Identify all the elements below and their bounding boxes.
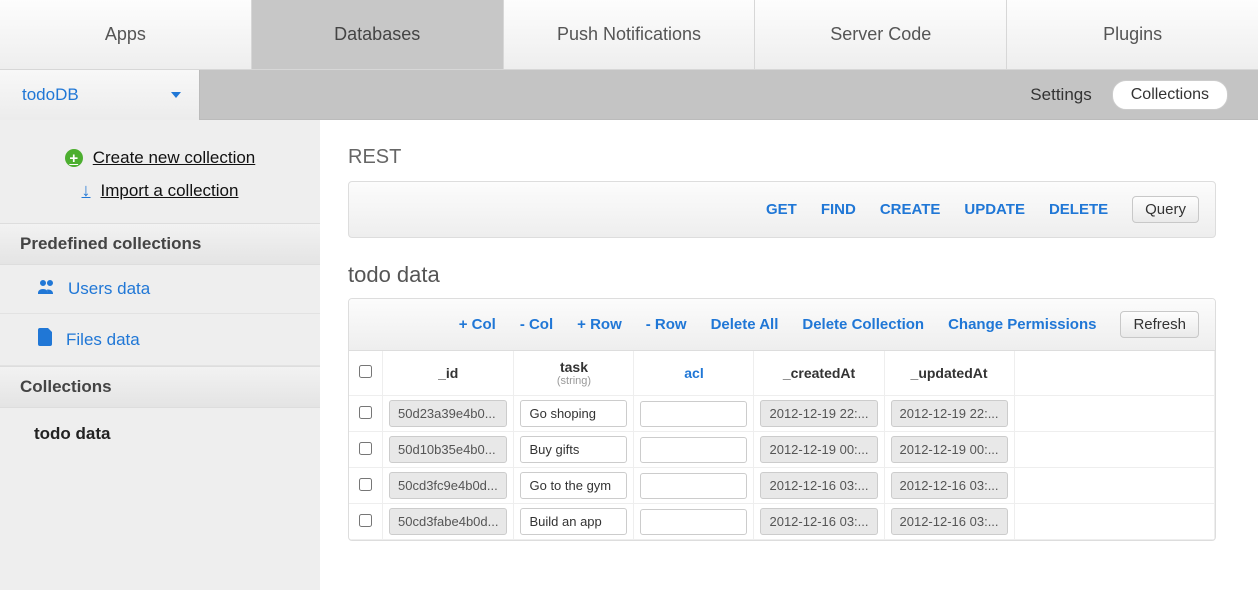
cell-task[interactable]: Build an app [520,508,627,535]
rest-get[interactable]: GET [766,201,797,218]
table-row: 50d23a39e4b0... Go shoping 2012-12-19 22:.… [349,396,1215,432]
refresh-button[interactable]: Refresh [1120,311,1199,338]
create-collection-label: Create new collection [93,148,256,168]
delete-collection-button[interactable]: Delete Collection [802,316,924,333]
query-button[interactable]: Query [1132,196,1199,223]
cell-task[interactable]: Buy gifts [520,436,627,463]
cell-id[interactable]: 50d23a39e4b0... [389,400,507,427]
sidebar-item-files-data[interactable]: Files data [0,314,320,366]
col-header-created[interactable]: _createdAt [754,351,884,396]
tab-databases[interactable]: Databases [252,0,504,69]
table-header-row: _id task (string) acl _createdAt _update… [349,351,1215,396]
sidebar: + Create new collection ↓ Import a colle… [0,120,320,590]
col-header-acl[interactable]: acl [634,351,754,396]
change-permissions-button[interactable]: Change Permissions [948,316,1096,333]
rest-create[interactable]: CREATE [880,201,941,218]
table-toolbar: + Col - Col + Row - Row Delete All Delet… [349,299,1215,351]
cell-acl[interactable] [640,437,747,463]
database-name: todoDB [22,85,79,105]
row-checkbox[interactable] [359,406,372,419]
cell-id[interactable]: 50cd3fabe4b0d... [389,508,507,535]
collections-header: Collections [0,366,320,408]
sidebar-item-todo-data[interactable]: todo data [0,408,320,460]
tab-server-code[interactable]: Server Code [755,0,1007,69]
table-row: 50d10b35e4b0... Buy gifts 2012-12-19 00:..… [349,432,1215,468]
table-title: todo data [348,262,1216,288]
table-row: 50cd3fc9e4b0d... Go to the gym 2012-12-16 … [349,468,1215,504]
create-collection-button[interactable]: + Create new collection [0,142,320,174]
predefined-collections-header: Predefined collections [0,223,320,265]
table-row: 50cd3fabe4b0d... Build an app 2012-12-16 0… [349,504,1215,540]
cell-created[interactable]: 2012-12-16 03:... [760,472,877,499]
sub-bar: todoDB Settings Collections [0,70,1258,120]
cell-created[interactable]: 2012-12-19 00:... [760,436,877,463]
cell-task[interactable]: Go to the gym [520,472,627,499]
settings-link[interactable]: Settings [1030,85,1091,105]
col-header-empty [1014,351,1214,396]
cell-acl[interactable] [640,473,747,499]
add-col-button[interactable]: + Col [459,316,496,333]
rest-toolbar: GET FIND CREATE UPDATE DELETE Query [348,181,1216,238]
del-row-button[interactable]: - Row [646,316,687,333]
cell-id[interactable]: 50d10b35e4b0... [389,436,507,463]
del-col-button[interactable]: - Col [520,316,553,333]
sidebar-item-users-data[interactable]: Users data [0,265,320,314]
cell-id[interactable]: 50cd3fc9e4b0d... [389,472,507,499]
cell-acl[interactable] [640,401,747,427]
row-checkbox[interactable] [359,478,372,491]
cell-updated[interactable]: 2012-12-16 03:... [891,472,1008,499]
rest-delete[interactable]: DELETE [1049,201,1108,218]
cell-updated[interactable]: 2012-12-19 22:... [891,400,1008,427]
data-table: + Col - Col + Row - Row Delete All Delet… [348,298,1216,541]
delete-all-button[interactable]: Delete All [711,316,779,333]
collections-link[interactable]: Collections [1112,80,1228,110]
main-content: REST GET FIND CREATE UPDATE DELETE Query… [320,120,1258,590]
col-header-updated[interactable]: _updatedAt [884,351,1014,396]
sidebar-item-label: todo data [34,424,111,443]
cell-updated[interactable]: 2012-12-19 00:... [891,436,1008,463]
chevron-down-icon [171,92,181,98]
sidebar-item-label: Users data [68,279,150,299]
cell-updated[interactable]: 2012-12-16 03:... [891,508,1008,535]
rest-update[interactable]: UPDATE [964,201,1025,218]
cell-created[interactable]: 2012-12-16 03:... [760,508,877,535]
rest-title: REST [348,146,1216,169]
database-selector[interactable]: todoDB [0,70,200,120]
add-row-button[interactable]: + Row [577,316,622,333]
tab-apps[interactable]: Apps [0,0,252,69]
col-header-task[interactable]: task (string) [514,351,634,396]
tab-push-notifications[interactable]: Push Notifications [504,0,756,69]
import-collection-button[interactable]: ↓ Import a collection [0,174,320,207]
files-icon [38,328,54,351]
users-icon [38,279,56,299]
cell-task[interactable]: Go shoping [520,400,627,427]
cell-created[interactable]: 2012-12-19 22:... [760,400,877,427]
top-tabs: Apps Databases Push Notifications Server… [0,0,1258,70]
arrow-down-icon: ↓ [82,180,91,201]
row-checkbox[interactable] [359,442,372,455]
rest-find[interactable]: FIND [821,201,856,218]
cell-acl[interactable] [640,509,747,535]
select-all-checkbox[interactable] [359,365,372,378]
import-collection-label: Import a collection [101,181,239,201]
row-checkbox[interactable] [359,514,372,527]
tab-plugins[interactable]: Plugins [1007,0,1258,69]
plus-circle-icon: + [65,149,83,167]
sidebar-item-label: Files data [66,330,140,350]
col-header-id[interactable]: _id [383,351,514,396]
